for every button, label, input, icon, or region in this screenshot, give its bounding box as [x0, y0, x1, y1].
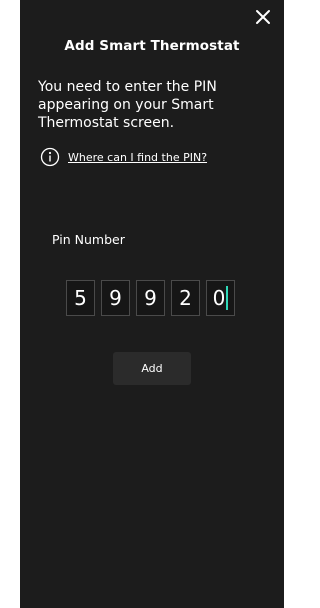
- add-thermostat-dialog: Add Smart Thermostat You need to enter t…: [20, 0, 284, 608]
- pin-label: Pin Number: [52, 232, 125, 247]
- pin-digit-2[interactable]: 9: [101, 280, 130, 316]
- pin-input-group: 5 9 9 2 0: [66, 280, 235, 316]
- info-icon: [40, 147, 60, 167]
- close-button[interactable]: [252, 6, 274, 28]
- help-row: Where can I find the PIN?: [40, 147, 207, 167]
- pin-digit-4[interactable]: 2: [171, 280, 200, 316]
- pin-digit-5[interactable]: 0: [206, 280, 235, 316]
- pin-digit-1[interactable]: 5: [66, 280, 95, 316]
- instructions-text: You need to enter the PIN appearing on y…: [38, 79, 217, 131]
- find-pin-link[interactable]: Where can I find the PIN?: [68, 151, 207, 164]
- text-cursor: [226, 286, 229, 310]
- dialog-title: Add Smart Thermostat: [64, 38, 240, 54]
- add-button[interactable]: Add: [113, 352, 191, 385]
- pin-digit-3[interactable]: 9: [136, 280, 165, 316]
- close-icon: [256, 10, 270, 24]
